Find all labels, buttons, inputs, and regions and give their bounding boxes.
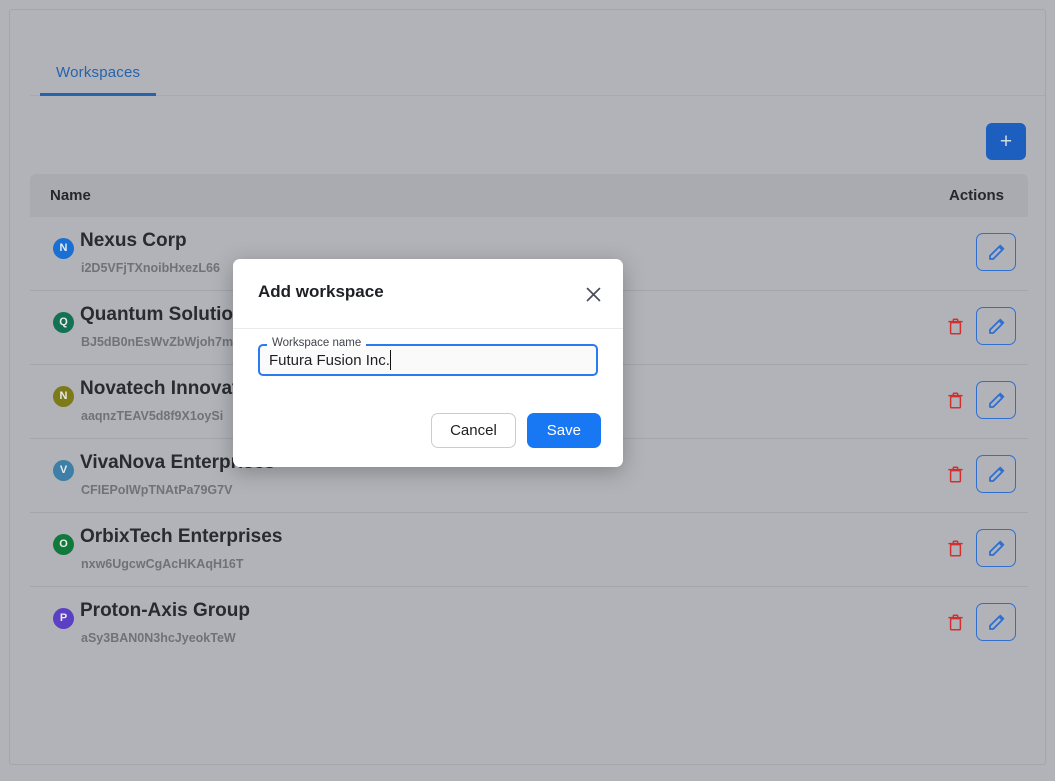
- add-workspace-dialog: Add workspace Workspace name Cancel Save: [233, 259, 623, 467]
- cancel-button[interactable]: Cancel: [431, 413, 516, 448]
- workspace-name-field-wrapper: Workspace name: [258, 344, 598, 376]
- modal-layer: Add workspace Workspace name Cancel Save: [0, 0, 1055, 781]
- workspace-name-label: Workspace name: [267, 336, 366, 350]
- dialog-title: Add workspace: [258, 282, 384, 302]
- text-cursor: [390, 350, 391, 370]
- save-button[interactable]: Save: [527, 413, 601, 448]
- dialog-header: Add workspace: [233, 259, 623, 329]
- workspace-name-input[interactable]: [260, 346, 596, 374]
- close-icon[interactable]: [579, 280, 607, 308]
- dialog-actions: Cancel Save: [431, 413, 601, 448]
